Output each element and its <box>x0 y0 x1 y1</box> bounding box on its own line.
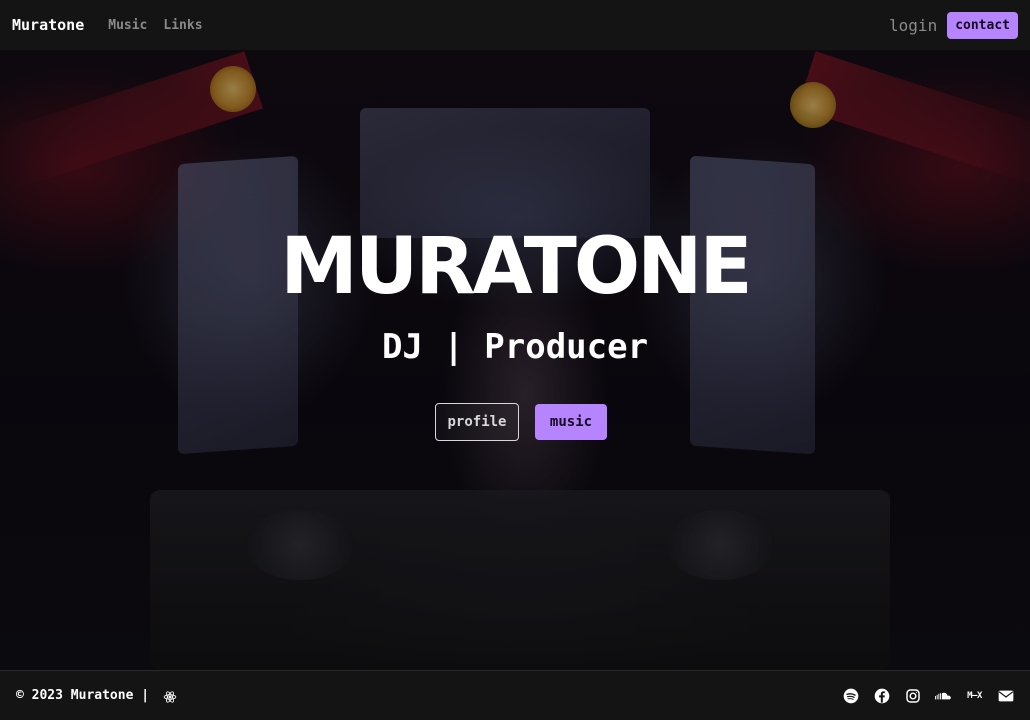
spotify-icon[interactable] <box>842 687 859 704</box>
nav-link-music[interactable]: Music <box>108 18 147 33</box>
hero-subtitle: DJ | Producer <box>381 327 649 367</box>
login-link[interactable]: login <box>889 16 937 35</box>
navbar: Muratone Music Links login contact <box>0 0 1030 50</box>
hero-title: MURATONE <box>280 222 752 312</box>
facebook-icon[interactable] <box>873 687 890 704</box>
social-links: M—X <box>842 687 1014 704</box>
mixcloud-icon[interactable]: M—X <box>966 687 983 704</box>
footer: © 2023 Muratone | M—X <box>0 670 1030 720</box>
copyright-text: © 2023 Muratone | <box>16 688 150 703</box>
hero-section: MURATONE DJ | Producer profile music <box>0 50 1030 670</box>
profile-button[interactable]: profile <box>435 403 519 441</box>
contact-button[interactable]: contact <box>947 11 1018 39</box>
instagram-icon[interactable] <box>904 687 921 704</box>
react-icon <box>163 689 177 703</box>
hero-buttons: profile music <box>0 403 1030 441</box>
nav-actions: login contact <box>889 11 1018 39</box>
nav-link-links[interactable]: Links <box>163 18 202 33</box>
soundcloud-icon[interactable] <box>935 687 952 704</box>
brand-logo[interactable]: Muratone <box>12 16 84 34</box>
music-button[interactable]: music <box>535 404 607 440</box>
email-icon[interactable] <box>997 687 1014 704</box>
